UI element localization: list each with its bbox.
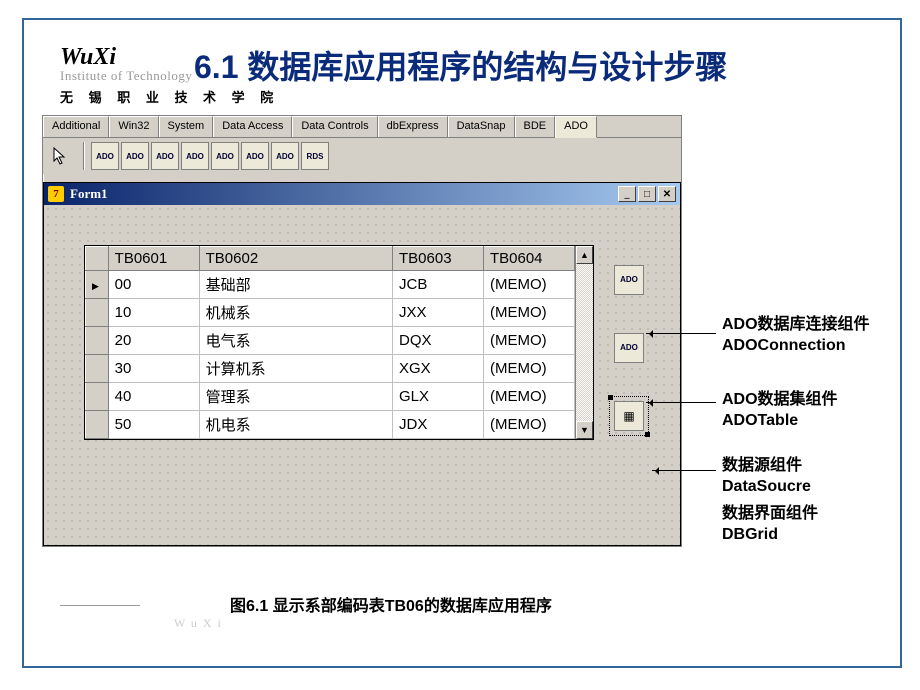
column-header[interactable]: TB0603 — [393, 247, 484, 271]
table-cell[interactable]: (MEMO) — [483, 411, 574, 439]
ado-dataset-comp[interactable]: ADO — [151, 142, 179, 170]
table-cell[interactable]: 40 — [108, 383, 199, 411]
row-header[interactable] — [86, 383, 109, 411]
adotable-instance[interactable]: ADO — [614, 333, 644, 363]
ado-query-comp[interactable]: ADO — [211, 142, 239, 170]
table-cell[interactable]: 10 — [108, 299, 199, 327]
callout-dbgrid: 数据界面组件 DBGrid — [722, 504, 818, 546]
tab-system[interactable]: System — [159, 116, 214, 137]
ado-connection-comp[interactable]: ADO — [91, 142, 119, 170]
callout-datasource: 数据源组件 DataSoucre — [722, 456, 811, 498]
tab-bde[interactable]: BDE — [515, 116, 556, 137]
form-icon: 7 — [48, 186, 64, 202]
row-header-corner — [86, 247, 109, 271]
row-header[interactable] — [86, 411, 109, 439]
column-header[interactable]: TB0601 — [108, 247, 199, 271]
table-cell[interactable]: 基础部 — [199, 271, 392, 299]
decorative-line — [60, 605, 140, 606]
table-cell[interactable]: DQX — [393, 327, 484, 355]
row-header[interactable] — [86, 271, 109, 299]
callout-line-1 — [646, 333, 716, 334]
scroll-up-button[interactable]: ▲ — [576, 246, 593, 264]
table-cell[interactable]: (MEMO) — [483, 355, 574, 383]
tab-ado[interactable]: ADO — [555, 116, 597, 138]
minimize-button[interactable]: _ — [618, 186, 636, 202]
column-header[interactable]: TB0604 — [483, 247, 574, 271]
tab-dbexpress[interactable]: dbExpress — [378, 116, 448, 137]
table-cell[interactable]: 管理系 — [199, 383, 392, 411]
table-cell[interactable]: JDX — [393, 411, 484, 439]
ado-table-comp[interactable]: ADO — [181, 142, 209, 170]
table-cell[interactable]: 30 — [108, 355, 199, 383]
table-row[interactable]: 50机电系JDX(MEMO) — [86, 411, 575, 439]
table-row[interactable]: 20电气系DQX(MEMO) — [86, 327, 575, 355]
table-cell[interactable]: 计算机系 — [199, 355, 392, 383]
tab-additional[interactable]: Additional — [43, 116, 109, 137]
datasource-instance[interactable]: ▦ — [614, 401, 644, 431]
table-row[interactable]: 40管理系GLX(MEMO) — [86, 383, 575, 411]
table-cell[interactable]: 电气系 — [199, 327, 392, 355]
table-cell[interactable]: 机械系 — [199, 299, 392, 327]
table-cell[interactable]: 00 — [108, 271, 199, 299]
scroll-track[interactable] — [576, 264, 593, 421]
table-cell[interactable]: JXX — [393, 299, 484, 327]
tab-win32[interactable]: Win32 — [109, 116, 158, 137]
tab-data-controls[interactable]: Data Controls — [292, 116, 377, 137]
component-palette: ADO ADO ADO ADO ADO ADO ADO RDS — [43, 138, 681, 174]
callout-line-3 — [652, 470, 716, 471]
tab-data-access[interactable]: Data Access — [213, 116, 292, 137]
table-row[interactable]: 10机械系JXX(MEMO) — [86, 299, 575, 327]
form-body[interactable]: TB0601TB0602TB0603TB0604 00基础部JCB(MEMO)1… — [44, 205, 680, 545]
pointer-tool[interactable] — [49, 143, 71, 169]
figure-caption: 图6.1 显示系部编码表TB06的数据库应用程序 — [230, 592, 552, 616]
callout-line-2 — [646, 402, 716, 403]
grid-scrollbar[interactable]: ▲ ▼ — [575, 246, 593, 439]
scroll-down-button[interactable]: ▼ — [576, 421, 593, 439]
form-title: Form1 — [70, 186, 108, 202]
ado-command-comp[interactable]: ADO — [121, 142, 149, 170]
logo-cn: 无 锡 职 业 技 术 学 院 — [60, 87, 279, 106]
dbgrid-table: TB0601TB0602TB0603TB0604 00基础部JCB(MEMO)1… — [85, 246, 575, 439]
maximize-button[interactable]: □ — [638, 186, 656, 202]
table-cell[interactable]: 50 — [108, 411, 199, 439]
ide-window: AdditionalWin32SystemData AccessData Con… — [42, 115, 682, 547]
tab-datasnap[interactable]: DataSnap — [448, 116, 515, 137]
column-header[interactable]: TB0602 — [199, 247, 392, 271]
table-cell[interactable]: (MEMO) — [483, 299, 574, 327]
table-cell[interactable]: GLX — [393, 383, 484, 411]
table-cell[interactable]: JCB — [393, 271, 484, 299]
palette-tabs: AdditionalWin32SystemData AccessData Con… — [43, 116, 681, 138]
form-designer: 7 Form1 _ □ ✕ TB0601TB0602TB0603TB0604 0… — [43, 182, 681, 546]
close-button[interactable]: ✕ — [658, 186, 676, 202]
table-cell[interactable]: XGX — [393, 355, 484, 383]
row-header[interactable] — [86, 327, 109, 355]
table-cell[interactable]: (MEMO) — [483, 271, 574, 299]
rds-connection-comp[interactable]: RDS — [301, 142, 329, 170]
palette-divider — [83, 142, 85, 170]
page-title: 6.1 数据库应用程序的结构与设计步骤 — [194, 42, 727, 88]
table-row[interactable]: 00基础部JCB(MEMO) — [86, 271, 575, 299]
callout-adoconnection: ADO数据库连接组件 ADOConnection — [722, 315, 870, 357]
callout-adotable: ADO数据集组件 ADOTable — [722, 390, 838, 432]
table-row[interactable]: 30计算机系XGX(MEMO) — [86, 355, 575, 383]
ado-storedproc-comp[interactable]: ADO — [241, 142, 269, 170]
cursor-icon — [53, 147, 67, 165]
table-cell[interactable]: (MEMO) — [483, 383, 574, 411]
ado-comp-7[interactable]: ADO — [271, 142, 299, 170]
adoconnection-instance[interactable]: ADO — [614, 265, 644, 295]
row-header[interactable] — [86, 299, 109, 327]
table-cell[interactable]: (MEMO) — [483, 327, 574, 355]
watermark: WuXi — [174, 616, 227, 631]
table-cell[interactable]: 机电系 — [199, 411, 392, 439]
form-titlebar[interactable]: 7 Form1 _ □ ✕ — [44, 183, 680, 205]
dbgrid-component[interactable]: TB0601TB0602TB0603TB0604 00基础部JCB(MEMO)1… — [84, 245, 594, 440]
table-cell[interactable]: 20 — [108, 327, 199, 355]
row-header[interactable] — [86, 355, 109, 383]
